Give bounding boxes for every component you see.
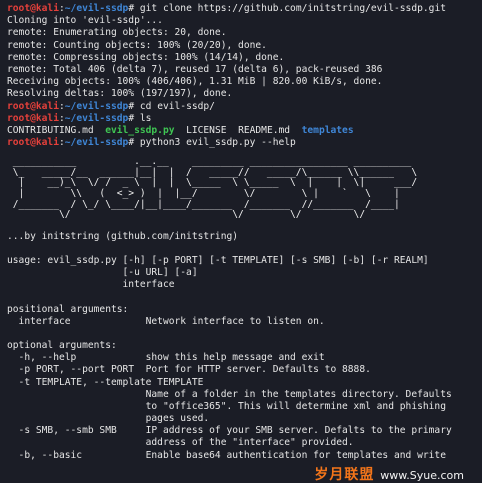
ls-entry-license: LICENSE: [186, 124, 227, 136]
optional-arg: address of the "interface" provided.: [7, 437, 354, 449]
optional-header: optional arguments:: [7, 339, 117, 351]
usage-line: [-u URL] [-a]: [7, 267, 198, 279]
output-line: Cloning into 'evil-ssdp'...: [7, 15, 163, 27]
command-text: ls: [134, 112, 152, 124]
output-line: Receiving objects: 100% (406/406), 1.31 …: [7, 76, 383, 88]
positional-arg: interface Network interface to listen on…: [7, 315, 325, 327]
ascii-banner: ___________ .__.__ _________ ___________…: [7, 157, 482, 221]
prompt-user: root@kali: [7, 112, 59, 124]
optional-arg: -h, --help show this help message and ex…: [7, 352, 325, 364]
prompt-line: root@kali:~/evil-ssdp# git clone https:/…: [7, 3, 482, 15]
prompt-path: ~/evil-ssdp: [64, 137, 129, 149]
output-line: remote: Enumerating objects: 20, done.: [7, 27, 227, 39]
positional-header: positional arguments:: [7, 303, 129, 315]
optional-arg: -p PORT, --port PORT Port for HTTP serve…: [7, 364, 371, 376]
ls-entry-contributing: CONTRIBUTING.md: [7, 124, 94, 136]
prompt-path: ~/evil-ssdp: [64, 3, 129, 14]
output-line: remote: Counting objects: 100% (20/20), …: [7, 39, 267, 51]
watermark-url: www.Syue.com: [380, 468, 464, 482]
prompt-user: root@kali: [7, 137, 59, 149]
prompt-line: root@kali:~/evil-ssdp# cd evil-ssdp/: [7, 101, 482, 113]
ls-output: CONTRIBUTING.md evil_ssdp.py LICENSE REA…: [7, 125, 482, 137]
command-text: python3 evil_ssdp.py --help: [134, 137, 296, 149]
command-text: cd evil-ssdp/: [134, 100, 215, 112]
optional-arg: Name of a folder in the templates direct…: [7, 388, 452, 400]
watermark-text: 岁月联盟: [314, 466, 375, 483]
prompt-line: root@kali:~/evil-ssdp# ls: [7, 113, 482, 125]
watermark-logo: 岁月联盟 www.Syue.com: [314, 466, 464, 483]
usage-line: interface: [7, 279, 175, 291]
optional-arg: -t TEMPLATE, --template TEMPLATE: [7, 376, 204, 388]
command-text: git clone https://github.com/initstring/…: [134, 3, 446, 14]
byline: ...by initstring (github.com/initstring): [7, 230, 239, 242]
optional-arg: pages used.: [7, 413, 210, 425]
output-line: Resolving deltas: 100% (197/197), done.: [7, 88, 233, 100]
output-line: remote: Total 406 (delta 7), reused 17 (…: [7, 63, 383, 75]
optional-arg: to "office365". This will determine xml …: [7, 400, 446, 412]
output-line: remote: Compressing objects: 100% (14/14…: [7, 51, 285, 63]
prompt-path: ~/evil-ssdp: [64, 112, 129, 124]
terminal-window[interactable]: root@kali:~/evil-ssdp# git clone https:/…: [0, 0, 482, 483]
usage-line: usage: evil_ssdp.py [-h] [-p PORT] [-t T…: [7, 255, 429, 266]
ls-entry-templates: templates: [301, 124, 354, 136]
prompt-path: ~/evil-ssdp: [64, 100, 129, 112]
ls-entry-evil-ssdp: evil_ssdp.py: [105, 124, 175, 136]
prompt-user: root@kali: [7, 3, 59, 14]
prompt-line: root@kali:~/evil-ssdp# python3 evil_ssdp…: [7, 137, 482, 149]
optional-arg: -b, --basic Enable base64 authentication…: [7, 449, 446, 461]
banner-row: \/ \/ \/ \/: [7, 209, 423, 221]
prompt-user: root@kali: [7, 100, 59, 112]
optional-arg: -s SMB, --smb SMB IP address of your SMB…: [7, 425, 452, 437]
ls-entry-readme: README.md: [238, 124, 291, 136]
